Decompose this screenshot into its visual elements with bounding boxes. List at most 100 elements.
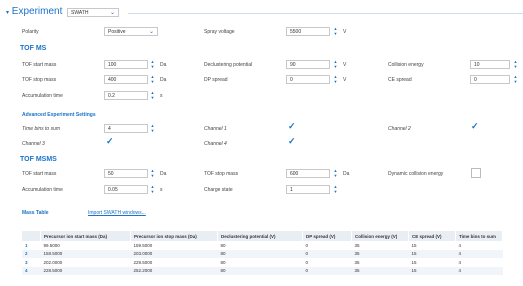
tof-stop-mass-spin-icon[interactable]: ▲ ▼ [150, 74, 155, 84]
channel1-label: Channel 1 [204, 126, 227, 132]
chevron-down-icon: ⌄ [148, 29, 154, 35]
msms-stop-mass-unit: Da [343, 171, 350, 177]
row-index: 1 [25, 242, 28, 248]
declustering-spin-icon[interactable]: ▲ ▼ [333, 59, 338, 69]
dp-spread-label: DP spread [204, 77, 228, 83]
cell-time-bins[interactable]: 4 [455, 249, 503, 258]
ce-spread-spin-icon[interactable]: ▲ ▼ [513, 74, 518, 84]
polarity-select[interactable]: Positive ⌄ [104, 27, 158, 36]
cell-ce-spread[interactable]: 15 [408, 266, 456, 275]
experiment-mode-select[interactable]: SWATH ⌄ [67, 8, 119, 17]
spray-voltage-spin-icon[interactable]: ▲ ▼ [333, 26, 338, 36]
msms-stop-mass-label: TOF stop mass [204, 171, 239, 177]
table-row[interactable]: 4 228.5000 252.2000 80 0 35 15 4 [22, 266, 503, 275]
msms-accum-time-spin-icon[interactable]: ▲ ▼ [150, 184, 155, 194]
msms-start-mass-input[interactable]: 50 [104, 169, 148, 178]
channel3-checkbox[interactable]: ✓ [106, 137, 114, 146]
cell-declustering[interactable]: 80 [217, 249, 303, 258]
cell-dp-spread[interactable]: 0 [302, 249, 352, 258]
tof-msms-heading: TOF MSMS [20, 156, 57, 163]
cell-start-mass[interactable]: 202.0000 [41, 258, 131, 267]
import-swath-link[interactable]: Import SWATH windows... [88, 210, 146, 216]
tof-start-mass-input[interactable]: 100 [104, 60, 148, 69]
chevron-down-icon: ⌄ [109, 10, 115, 16]
collapse-arrow-icon[interactable]: ▾ [6, 10, 9, 16]
channel1-checkbox[interactable]: ✓ [288, 122, 296, 131]
cell-start-mass[interactable]: 228.5000 [40, 266, 131, 275]
ce-spread-input[interactable]: 0 [470, 75, 510, 84]
msms-accum-time-input[interactable]: 0.05 [104, 185, 148, 194]
tof-start-mass-spin-icon[interactable]: ▲ ▼ [150, 59, 155, 69]
col-stop-mass[interactable]: Precursor ion stop mass (Da) [130, 231, 218, 241]
cell-dp-spread[interactable]: 0 [302, 266, 352, 275]
polarity-label: Polarity [22, 29, 39, 35]
cell-start-mass[interactable]: 158.5000 [40, 249, 131, 258]
cell-time-bins[interactable]: 4 [455, 266, 503, 275]
collision-energy-spin-icon[interactable]: ▲ ▼ [513, 59, 518, 69]
cell-ce-spread[interactable]: 15 [408, 249, 456, 258]
channel2-checkbox[interactable]: ✓ [471, 122, 479, 131]
accum-time-unit: s [160, 93, 163, 99]
msms-stop-mass-spin-icon[interactable]: ▲ ▼ [333, 168, 338, 178]
cell-ce-spread[interactable]: 15 [409, 241, 456, 250]
spray-voltage-input[interactable]: 5500 [286, 27, 330, 36]
row-index: 2 [22, 249, 41, 258]
dynamic-ce-label: Dynamic collision energy [388, 171, 444, 177]
accum-time-spin-icon[interactable]: ▲ ▼ [150, 90, 155, 100]
col-ce-spread[interactable]: CE spread (V) [408, 231, 456, 241]
row-index: 4 [22, 266, 41, 275]
cell-dp-spread[interactable]: 0 [303, 241, 352, 250]
cell-dp-spread[interactable]: 0 [303, 258, 352, 267]
tof-ms-heading: TOF MS [20, 45, 47, 52]
dp-spread-unit: V [343, 77, 347, 83]
channel4-checkbox[interactable]: ✓ [288, 137, 296, 146]
ce-spread-label: CE spread [388, 77, 412, 83]
cell-stop-mass[interactable]: 229.5000 [131, 258, 218, 267]
cell-collision-energy[interactable]: 35 [351, 266, 409, 275]
charge-state-spin-icon[interactable]: ▲ ▼ [333, 184, 338, 194]
msms-accum-time-unit: s [160, 187, 163, 193]
cell-stop-mass[interactable]: 252.2000 [130, 266, 218, 275]
declustering-input[interactable]: 90 [286, 60, 330, 69]
table-row[interactable]: 2 158.5000 203.0000 80 0 35 15 4 [22, 249, 503, 258]
collision-energy-input[interactable]: 10 [470, 60, 510, 69]
cell-stop-mass[interactable]: 203.0000 [130, 249, 218, 258]
mass-table: Precursor ion start mass (Da) Precursor … [22, 231, 503, 275]
col-time-bins[interactable]: Time bins to sum [455, 231, 503, 241]
accum-time-input[interactable]: 0.2 [104, 91, 148, 100]
time-bins-spin-icon[interactable]: ▲ ▼ [150, 123, 155, 133]
cell-stop-mass[interactable]: 159.5000 [131, 241, 218, 250]
spray-voltage-label: Spray voltage [204, 29, 235, 35]
cell-declustering[interactable]: 80 [218, 241, 303, 250]
cell-collision-energy[interactable]: 35 [351, 249, 409, 258]
cell-declustering[interactable]: 80 [218, 258, 303, 267]
declustering-unit: V [343, 62, 347, 68]
col-dp-spread[interactable]: DP spread (V) [302, 231, 352, 241]
cell-collision-energy[interactable]: 35 [352, 258, 409, 267]
col-collision-energy[interactable]: Collision energy (V) [351, 231, 409, 241]
cell-time-bins[interactable]: 4 [456, 241, 503, 250]
col-start-mass[interactable]: Precursor ion start mass (Da) [40, 231, 131, 241]
charge-state-label: Charge state [204, 187, 233, 193]
collision-energy-label: Collision energy [388, 62, 424, 68]
channel4-label: Channel 4 [204, 141, 227, 147]
tof-stop-mass-input[interactable]: 400 [104, 75, 148, 84]
dp-spread-input[interactable]: 0 [286, 75, 330, 84]
dynamic-ce-checkbox[interactable] [471, 168, 481, 178]
charge-state-input[interactable]: 1 [286, 185, 330, 194]
table-row[interactable]: 1 99.5000 159.5000 80 0 35 15 4 [22, 241, 503, 250]
msms-stop-mass-input[interactable]: 600 [286, 169, 330, 178]
cell-start-mass[interactable]: 99.5000 [41, 241, 131, 250]
dp-spread-spin-icon[interactable]: ▲ ▼ [333, 74, 338, 84]
cell-time-bins[interactable]: 4 [456, 258, 503, 267]
cell-collision-energy[interactable]: 35 [352, 241, 409, 250]
table-row[interactable]: 3 202.0000 229.5000 80 0 35 15 4 [22, 258, 503, 267]
cell-ce-spread[interactable]: 15 [409, 258, 456, 267]
msms-start-mass-label: TOF start mass [22, 171, 57, 177]
cell-declustering[interactable]: 80 [217, 266, 303, 275]
msms-accum-time-label: Accumulation time [22, 187, 63, 193]
time-bins-input[interactable]: 4 [104, 124, 148, 133]
msms-start-mass-spin-icon[interactable]: ▲ ▼ [150, 168, 155, 178]
mass-table-heading: Mass Table [22, 210, 49, 216]
col-declustering[interactable]: Declustering potential (V) [217, 231, 303, 241]
